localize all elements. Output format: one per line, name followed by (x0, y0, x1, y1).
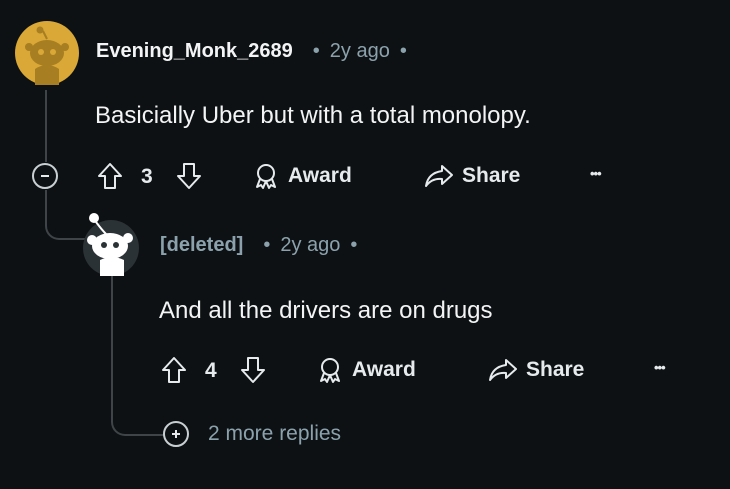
thread-elbow-reply (45, 190, 85, 240)
upvote-button[interactable] (96, 162, 124, 190)
upvote-arrow-icon (98, 163, 122, 189)
meta-separator: • (312, 40, 320, 62)
reply-share-button[interactable]: Share (488, 356, 584, 384)
thread-line-main (45, 90, 47, 162)
expand-replies-button[interactable] (163, 421, 189, 447)
downvote-button[interactable] (175, 162, 203, 190)
award-button[interactable]: Award (252, 162, 352, 190)
reply-award-button[interactable]: Award (316, 356, 416, 384)
more-options-button[interactable]: ••• (590, 166, 602, 181)
award-icon (320, 358, 340, 383)
comment-timestamp[interactable]: 2y ago (330, 40, 390, 63)
upvote-arrow-icon (162, 357, 186, 383)
minus-icon (41, 175, 49, 177)
reply-upvote-button[interactable] (160, 356, 188, 384)
award-label: Award (352, 358, 416, 381)
award-label: Award (288, 164, 352, 187)
share-label: Share (462, 164, 521, 187)
meta-separator: • (263, 234, 271, 256)
reply-vote-count: 4 (205, 359, 217, 382)
reply-more-options-button[interactable]: ••• (654, 360, 666, 375)
award-icon (256, 164, 276, 189)
vote-count: 3 (141, 165, 153, 188)
deleted-user-snoo-icon (83, 213, 139, 276)
avatar[interactable] (15, 21, 79, 85)
share-icon (425, 165, 453, 187)
reply-avatar[interactable] (82, 212, 140, 276)
downvote-arrow-icon (177, 163, 201, 189)
meta-separator: • (399, 40, 407, 62)
collapse-thread-button[interactable] (32, 163, 58, 189)
share-button[interactable]: Share (424, 162, 520, 190)
meta-separator: • (350, 234, 358, 256)
reply-timestamp[interactable]: 2y ago (280, 234, 340, 257)
reply-body: And all the drivers are on drugs (159, 297, 493, 324)
more-replies-link[interactable]: 2 more replies (208, 422, 341, 446)
share-icon (489, 359, 517, 381)
share-label: Share (526, 358, 585, 381)
avatar-snoo-icon (15, 21, 79, 85)
reply-downvote-button[interactable] (239, 356, 267, 384)
comment-body: Basicially Uber but with a total monolop… (95, 102, 531, 129)
comment-author[interactable]: Evening_Monk_2689 (96, 40, 293, 63)
downvote-arrow-icon (241, 357, 265, 383)
plus-icon (172, 430, 180, 438)
reply-author: [deleted] (160, 234, 244, 256)
thread-elbow-more (111, 276, 165, 436)
